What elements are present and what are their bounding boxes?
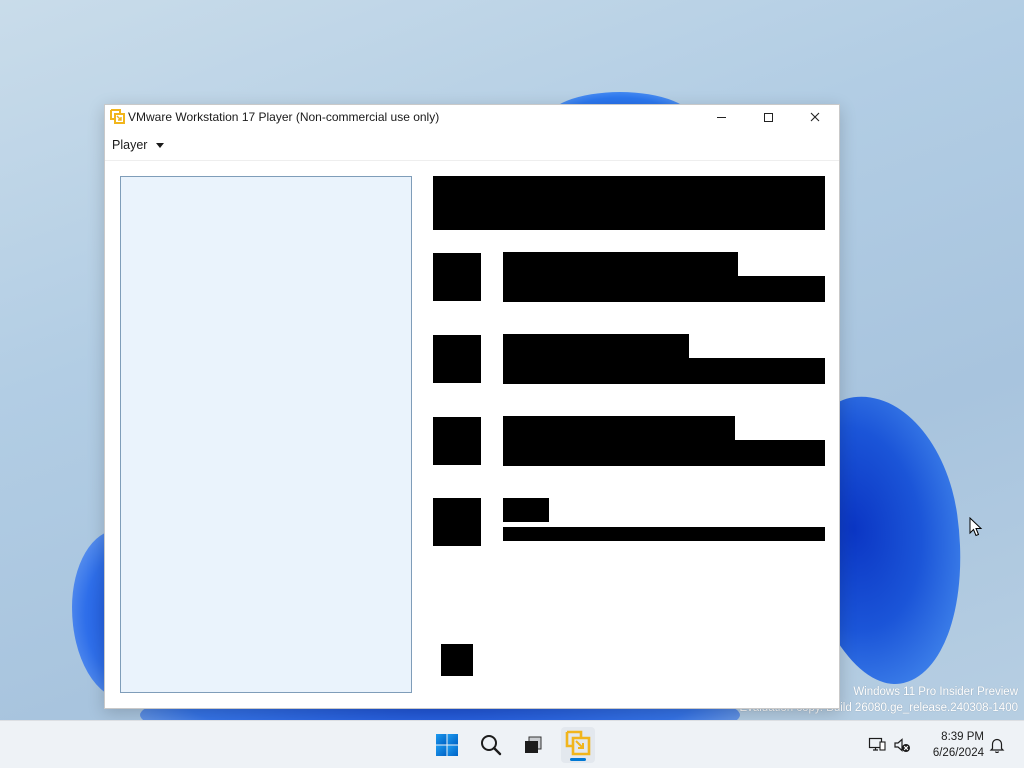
window-title: VMware Workstation 17 Player (Non-commer… bbox=[128, 110, 440, 124]
start-button[interactable] bbox=[432, 730, 462, 760]
notification-button[interactable] bbox=[986, 734, 1008, 756]
task-view-button[interactable] bbox=[518, 730, 548, 760]
player-menu-label: Player bbox=[112, 138, 148, 152]
task-view-icon bbox=[525, 736, 542, 753]
redacted-action-icon-1[interactable] bbox=[433, 253, 481, 301]
menu-bar: Player bbox=[105, 129, 839, 161]
minimize-icon bbox=[716, 116, 726, 118]
volume-tray-button[interactable] bbox=[891, 734, 913, 756]
player-menu[interactable]: Player bbox=[108, 134, 168, 156]
windows-logo-icon bbox=[436, 734, 458, 756]
chevron-down-icon bbox=[156, 142, 165, 148]
notification-bell-icon bbox=[989, 738, 1005, 753]
network-icon bbox=[868, 737, 886, 751]
network-tray-button[interactable] bbox=[866, 734, 888, 756]
minimize-button[interactable] bbox=[698, 105, 744, 129]
title-bar[interactable]: VMware Workstation 17 Player (Non-commer… bbox=[105, 105, 839, 129]
vm-library-panel[interactable] bbox=[120, 176, 412, 693]
redacted-action-desc-1 bbox=[503, 276, 825, 302]
clock-time: 8:39 PM bbox=[941, 731, 984, 743]
clock-date: 6/26/2024 bbox=[932, 747, 984, 759]
vmware-app-icon bbox=[109, 108, 126, 125]
vmware-player-icon bbox=[565, 730, 591, 756]
watermark-edition: Windows 11 Pro Insider Preview bbox=[853, 686, 1018, 698]
volume-muted-icon bbox=[894, 738, 910, 752]
redacted-action-desc-2 bbox=[503, 358, 825, 384]
maximize-button[interactable] bbox=[745, 105, 791, 129]
redacted-action-icon-4[interactable] bbox=[433, 498, 481, 546]
taskbar-vmware-player[interactable] bbox=[561, 727, 595, 763]
redacted-welcome-banner bbox=[433, 176, 825, 230]
maximize-icon bbox=[763, 112, 773, 122]
redacted-action-desc-4 bbox=[503, 527, 825, 541]
mouse-cursor-icon bbox=[969, 517, 983, 537]
redacted-action-desc-3 bbox=[503, 440, 825, 466]
close-button[interactable] bbox=[792, 105, 838, 129]
redacted-action-title-2[interactable] bbox=[503, 334, 689, 360]
redacted-action-title-4[interactable] bbox=[503, 498, 549, 522]
redacted-action-title-3[interactable] bbox=[503, 416, 735, 442]
redacted-action-icon-3[interactable] bbox=[433, 417, 481, 465]
taskbar: 8:39 PM 6/26/2024 bbox=[0, 720, 1024, 768]
redacted-action-icon-2[interactable] bbox=[433, 335, 481, 383]
redacted-action-title-1[interactable] bbox=[503, 252, 738, 278]
vmware-player-window[interactable]: VMware Workstation 17 Player (Non-commer… bbox=[104, 104, 840, 709]
redacted-footer-logo bbox=[441, 644, 473, 676]
active-app-indicator bbox=[570, 758, 586, 761]
search-icon bbox=[481, 735, 502, 756]
clock[interactable]: 8:39 PM 6/26/2024 bbox=[918, 729, 984, 763]
search-button[interactable] bbox=[476, 730, 506, 760]
close-icon bbox=[810, 112, 820, 122]
